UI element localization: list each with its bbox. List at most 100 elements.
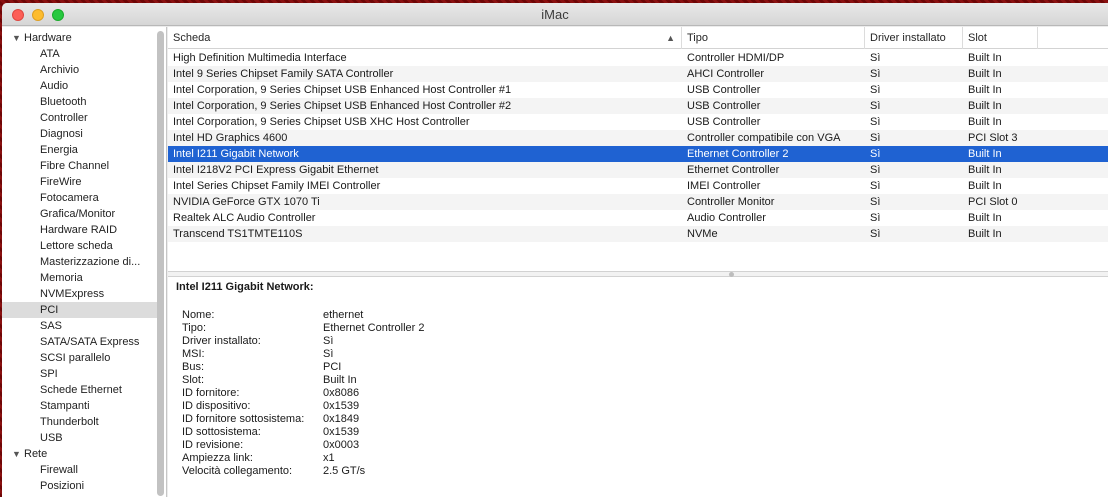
table-row[interactable]: Intel Corporation, 9 Series Chipset USB … bbox=[168, 98, 1108, 114]
cell-driver: Sì bbox=[870, 68, 881, 80]
sidebar-item-posizioni[interactable]: Posizioni bbox=[2, 478, 158, 494]
table-row[interactable]: Intel Corporation, 9 Series Chipset USB … bbox=[168, 114, 1108, 130]
cell-tipo: AHCI Controller bbox=[687, 68, 765, 80]
sidebar-item-sata-sata-express[interactable]: SATA/SATA Express bbox=[2, 334, 158, 350]
cell-driver: Sì bbox=[870, 180, 881, 192]
sidebar-item-schede-ethernet[interactable]: Schede Ethernet bbox=[2, 382, 158, 398]
property-value: 0x1539 bbox=[323, 400, 360, 412]
sort-ascending-icon: ▲ bbox=[666, 33, 675, 43]
property-label: ID sottosistema: bbox=[182, 426, 261, 438]
table-row[interactable]: Transcend TS1TMTE110S NVMe Sì Built In bbox=[168, 226, 1108, 242]
cell-scheda: Intel Series Chipset Family IMEI Control… bbox=[173, 180, 381, 192]
cell-driver: Sì bbox=[870, 164, 881, 176]
property-label: Slot: bbox=[182, 374, 205, 386]
column-header-label: Scheda bbox=[173, 32, 211, 44]
sidebar-item-bluetooth[interactable]: Bluetooth bbox=[2, 94, 158, 110]
cell-slot: Built In bbox=[968, 84, 1002, 96]
title-bar[interactable]: iMac bbox=[2, 3, 1108, 26]
detail-pane: Intel I211 Gigabit Network: Nome: etherne… bbox=[168, 277, 1108, 497]
column-header-tipo[interactable]: Tipo bbox=[682, 27, 865, 49]
sidebar-item-firewire[interactable]: FireWire bbox=[2, 174, 158, 190]
property-value: 0x1849 bbox=[323, 413, 360, 425]
cell-driver: Sì bbox=[870, 52, 881, 64]
sidebar-item-archivio[interactable]: Archivio bbox=[2, 62, 158, 78]
sidebar-item-fotocamera[interactable]: Fotocamera bbox=[2, 190, 158, 206]
sidebar-group-hardware[interactable]: ▼ Hardware bbox=[2, 30, 166, 46]
cell-scheda: Realtek ALC Audio Controller bbox=[173, 212, 316, 224]
sidebar-item-sas[interactable]: SAS bbox=[2, 318, 158, 334]
sidebar-item-nvmexpress[interactable]: NVMExpress bbox=[2, 286, 158, 302]
property-label: Velocità collegamento: bbox=[182, 465, 293, 477]
sidebar-group-rete[interactable]: ▼ Rete bbox=[2, 446, 166, 462]
disclosure-triangle-icon[interactable]: ▼ bbox=[12, 30, 24, 46]
cell-scheda: Intel Corporation, 9 Series Chipset USB … bbox=[173, 116, 470, 128]
cell-tipo: NVMe bbox=[687, 228, 718, 240]
table-row[interactable]: High Definition Multimedia Interface Cont… bbox=[168, 50, 1108, 66]
cell-scheda: NVIDIA GeForce GTX 1070 Ti bbox=[173, 196, 320, 208]
sidebar-item-spi[interactable]: SPI bbox=[2, 366, 158, 382]
sidebar-item-lettore-scheda[interactable]: Lettore scheda bbox=[2, 238, 158, 254]
sidebar-item-masterizzazione-di[interactable]: Masterizzazione di... bbox=[2, 254, 158, 270]
sidebar-item-ata[interactable]: ATA bbox=[2, 46, 158, 62]
device-table: Scheda ▲ Tipo Driver installato Slot Hig… bbox=[168, 27, 1108, 271]
property-label: ID fornitore sottosistema: bbox=[182, 413, 305, 425]
table-row[interactable]: Intel I218V2 PCI Express Gigabit Etherne… bbox=[168, 162, 1108, 178]
sidebar-item-thunderbolt[interactable]: Thunderbolt bbox=[2, 414, 158, 430]
sidebar-item-grafica-monitor[interactable]: Grafica/Monitor bbox=[2, 206, 158, 222]
table-row[interactable]: Intel Corporation, 9 Series Chipset USB … bbox=[168, 82, 1108, 98]
cell-slot: Built In bbox=[968, 228, 1002, 240]
sidebar-group-label: Rete bbox=[24, 448, 48, 460]
sidebar-item-audio[interactable]: Audio bbox=[2, 78, 158, 94]
cell-tipo: Controller Monitor bbox=[687, 196, 775, 208]
cell-tipo: Controller compatibile con VGA bbox=[687, 132, 841, 144]
cell-slot: Built In bbox=[968, 52, 1002, 64]
sidebar-item-usb[interactable]: USB bbox=[2, 430, 158, 446]
sidebar: ▼ Hardware ATA Archivio Audio Bluetooth Contro… bbox=[2, 27, 167, 497]
cell-slot: PCI Slot 3 bbox=[968, 132, 1018, 144]
cell-tipo: Audio Controller bbox=[687, 212, 766, 224]
table-row[interactable]: Realtek ALC Audio Controller Audio Contro… bbox=[168, 210, 1108, 226]
property-value: 2.5 GT/s bbox=[323, 465, 366, 477]
column-header-slot[interactable]: Slot bbox=[963, 27, 1038, 49]
cell-slot: Built In bbox=[968, 116, 1002, 128]
sidebar-scrollbar[interactable] bbox=[157, 31, 164, 496]
property-value: 0x1539 bbox=[323, 426, 360, 438]
property-value: Ethernet Controller 2 bbox=[323, 322, 425, 334]
cell-slot: Built In bbox=[968, 212, 1002, 224]
property-label: Tipo: bbox=[182, 322, 207, 334]
sidebar-item-controller[interactable]: Controller bbox=[2, 110, 158, 126]
property-value: x1 bbox=[323, 452, 335, 464]
sidebar-item-hardware-raid[interactable]: Hardware RAID bbox=[2, 222, 158, 238]
sidebar-item-fibre-channel[interactable]: Fibre Channel bbox=[2, 158, 158, 174]
sidebar-item-scsi-parallelo[interactable]: SCSI parallelo bbox=[2, 350, 158, 366]
sidebar-item-diagnosi[interactable]: Diagnosi bbox=[2, 126, 158, 142]
table-row[interactable]: Intel I211 Gigabit Network Ethernet Contr… bbox=[168, 146, 1108, 162]
cell-slot: Built In bbox=[968, 100, 1002, 112]
sidebar-item-memoria[interactable]: Memoria bbox=[2, 270, 158, 286]
property-label: Driver installato: bbox=[182, 335, 261, 347]
table-row[interactable]: Intel 9 Series Chipset Family SATA Contr… bbox=[168, 66, 1108, 82]
disclosure-triangle-icon[interactable]: ▼ bbox=[12, 446, 24, 462]
sidebar-item-stampanti[interactable]: Stampanti bbox=[2, 398, 158, 414]
sidebar-item-pci[interactable]: PCI bbox=[2, 302, 158, 318]
property-label: Bus: bbox=[182, 361, 205, 373]
property-label: Ampiezza link: bbox=[182, 452, 253, 464]
sidebar-item-energia[interactable]: Energia bbox=[2, 142, 158, 158]
cell-slot: Built In bbox=[968, 180, 1002, 192]
property-value: Sì bbox=[323, 335, 334, 347]
cell-scheda: Intel 9 Series Chipset Family SATA Contr… bbox=[173, 68, 394, 80]
property-value: ethernet bbox=[323, 309, 364, 321]
property-value: Built In bbox=[323, 374, 357, 386]
sidebar-item-firewall[interactable]: Firewall bbox=[2, 462, 158, 478]
table-row[interactable]: NVIDIA GeForce GTX 1070 Ti Controller Mon… bbox=[168, 194, 1108, 210]
cell-driver: Sì bbox=[870, 100, 881, 112]
column-header-driver[interactable]: Driver installato bbox=[865, 27, 963, 49]
cell-driver: Sì bbox=[870, 196, 881, 208]
table-row[interactable]: Intel Series Chipset Family IMEI Control… bbox=[168, 178, 1108, 194]
table-row[interactable]: Intel HD Graphics 4600 Controller compati… bbox=[168, 130, 1108, 146]
cell-scheda: Intel I218V2 PCI Express Gigabit Etherne… bbox=[173, 164, 379, 176]
property-value: Sì bbox=[323, 348, 334, 360]
column-header-scheda[interactable]: Scheda ▲ bbox=[168, 27, 682, 49]
cell-scheda: Transcend TS1TMTE110S bbox=[173, 228, 303, 240]
system-information-window: iMac ▼ Hardware ATA Archivio Audio Bluetooth C… bbox=[2, 3, 1108, 497]
